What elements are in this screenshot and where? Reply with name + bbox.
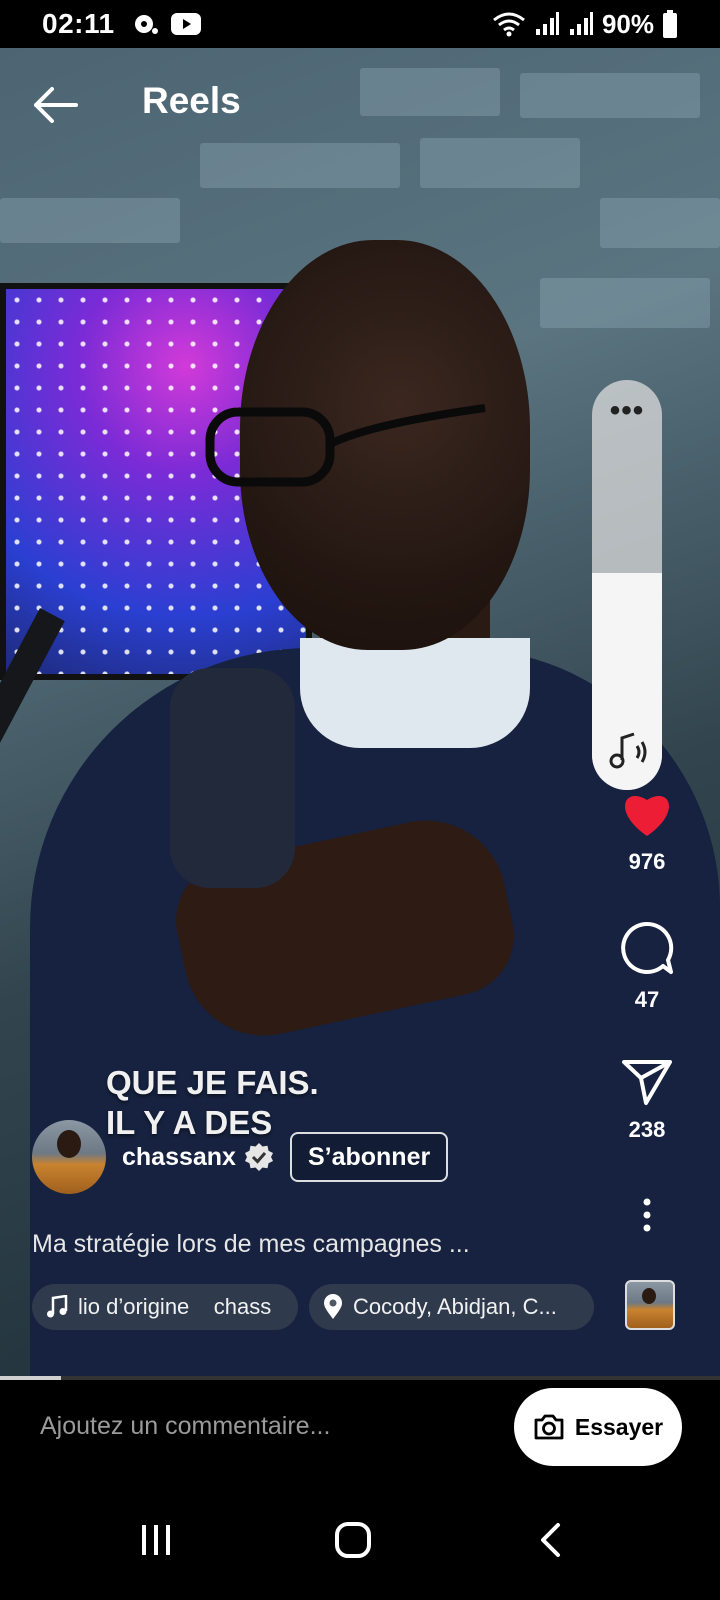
audio-chip[interactable]: lio d’origine chass [32,1284,298,1330]
recents-button[interactable] [116,1500,196,1580]
comment-icon[interactable] [619,920,675,976]
try-button[interactable]: Essayer [514,1388,682,1466]
signal-icon [569,12,593,35]
back-nav-button[interactable] [510,1500,590,1580]
audio-thumbnail[interactable] [625,1280,675,1330]
comment-bar: Essayer [0,1380,720,1478]
volume-icon [609,732,647,769]
share-action[interactable]: 238 [612,1058,682,1143]
audio-label: lio d’origine chass [78,1294,272,1319]
microphone [170,668,295,888]
caption-line: QUE JE FAIS. [106,1064,319,1101]
send-icon[interactable] [621,1058,673,1106]
notification-icons [133,11,201,37]
more-vertical-icon[interactable] [642,1198,652,1232]
volume-slider[interactable]: ••• [592,380,662,790]
wall-brick [0,198,180,243]
system-nav-bar [0,1478,720,1600]
heart-icon[interactable] [620,790,674,838]
comment-count: 47 [634,987,660,1012]
reels-header: Reels [0,48,720,158]
username[interactable]: chassanx [122,1143,236,1172]
try-label: Essayer [574,1413,664,1440]
recents-icon [142,1525,170,1555]
battery-icon [663,10,677,38]
clock: 02:11 [42,8,115,39]
wifi-icon [493,12,525,37]
location-pin-icon [323,1294,343,1320]
home-icon [335,1522,371,1558]
more-action[interactable] [612,1198,682,1237]
shirt-collar [300,638,530,748]
like-action[interactable]: 976 [612,790,682,875]
media-icon [134,15,158,34]
system-icons: 90% [492,9,678,40]
author-row: chassanx S’abonner [32,1120,449,1194]
camera-icon [534,1414,564,1440]
wall-brick [540,278,710,328]
location-label: Cocody, Abidjan, C... [353,1294,557,1319]
music-note-icon [46,1295,68,1319]
battery-percent: 90% [601,8,654,39]
share-count: 238 [628,1117,666,1142]
verified-badge-icon [244,1142,274,1172]
glasses [205,404,486,487]
follow-button[interactable]: S’abonner [289,1132,449,1182]
comment-action[interactable]: 47 [612,920,682,1013]
back-button[interactable] [30,80,80,130]
signal-icon [535,12,559,35]
arrow-left-icon [34,87,78,123]
reel-description[interactable]: Ma stratégie lors de mes campagnes ... [32,1230,470,1259]
location-chip[interactable]: Cocody, Abidjan, C... [309,1284,594,1330]
chevron-left-icon [541,1523,560,1557]
wall-brick [600,198,720,248]
youtube-icon [170,13,201,35]
comment-input[interactable] [40,1412,480,1441]
home-button[interactable] [313,1500,393,1580]
like-count: 976 [628,849,666,874]
page-title: Reels [142,80,241,121]
status-bar: 02:11 90% [0,0,720,48]
avatar[interactable] [32,1120,106,1194]
more-options-icon[interactable]: ••• [592,396,662,426]
